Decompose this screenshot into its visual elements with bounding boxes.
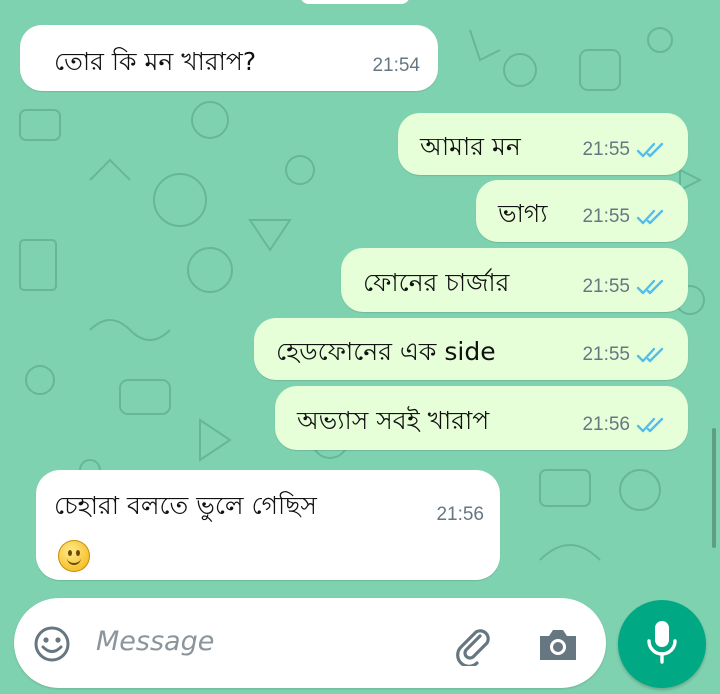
message-text: চেহারা বলতে ভুলে গেছিস <box>54 491 317 520</box>
message-bubble[interactable]: হেডফোনের এক side 21:55 <box>254 318 688 380</box>
message-meta: 21:55 <box>582 344 666 366</box>
message-meta: 21:56 <box>582 414 666 436</box>
message-meta: 21:54 <box>372 55 420 77</box>
message-text: তোর কি মন খারাপ? <box>54 47 257 76</box>
message-meta: 21:55 <box>582 139 666 161</box>
attach-icon[interactable] <box>450 622 494 670</box>
scrollbar-thumb[interactable] <box>712 428 716 548</box>
message-composer[interactable]: Message <box>14 598 606 688</box>
message-input[interactable]: Message <box>96 626 214 657</box>
previous-message-edge <box>300 0 410 4</box>
message-time: 21:55 <box>582 344 630 365</box>
message-time: 21:56 <box>436 504 484 525</box>
message-bubble[interactable]: তোর কি মন খারাপ? 21:54 <box>20 25 438 91</box>
message-time: 21:55 <box>582 206 630 227</box>
message-bubble[interactable]: আমার মন 21:55 <box>398 113 688 175</box>
message-time: 21:54 <box>372 55 420 76</box>
voice-record-button[interactable] <box>618 600 706 688</box>
message-text: হেডফোনের এক side <box>276 337 496 366</box>
emoji-icon[interactable] <box>32 624 72 668</box>
message-meta: 21:56 <box>436 504 484 526</box>
message-text: ভাগ্য <box>498 199 548 228</box>
message-time: 21:55 <box>582 276 630 297</box>
read-receipt-icon <box>636 279 666 295</box>
message-bubble[interactable]: ফোনের চার্জার 21:55 <box>341 248 688 312</box>
mic-icon <box>642 619 682 669</box>
message-bubble[interactable]: ভাগ্য 21:55 <box>476 180 688 242</box>
smiley-emoji-icon <box>58 540 90 572</box>
read-receipt-icon <box>636 142 666 158</box>
message-bubble[interactable]: চেহারা বলতে ভুলে গেছিস 21:56 <box>36 470 500 580</box>
message-text: অভ্যাস সবই খারাপ <box>297 406 490 435</box>
read-receipt-icon <box>636 347 666 363</box>
message-meta: 21:55 <box>582 206 666 228</box>
message-time: 21:55 <box>582 139 630 160</box>
message-text: ফোনের চার্জার <box>363 268 510 297</box>
message-bubble[interactable]: অভ্যাস সবই খারাপ 21:56 <box>275 386 688 450</box>
read-receipt-icon <box>636 209 666 225</box>
message-meta: 21:55 <box>582 276 666 298</box>
message-time: 21:56 <box>582 414 630 435</box>
camera-icon[interactable] <box>536 624 580 668</box>
message-text: আমার মন <box>420 132 521 161</box>
read-receipt-icon <box>636 417 666 433</box>
